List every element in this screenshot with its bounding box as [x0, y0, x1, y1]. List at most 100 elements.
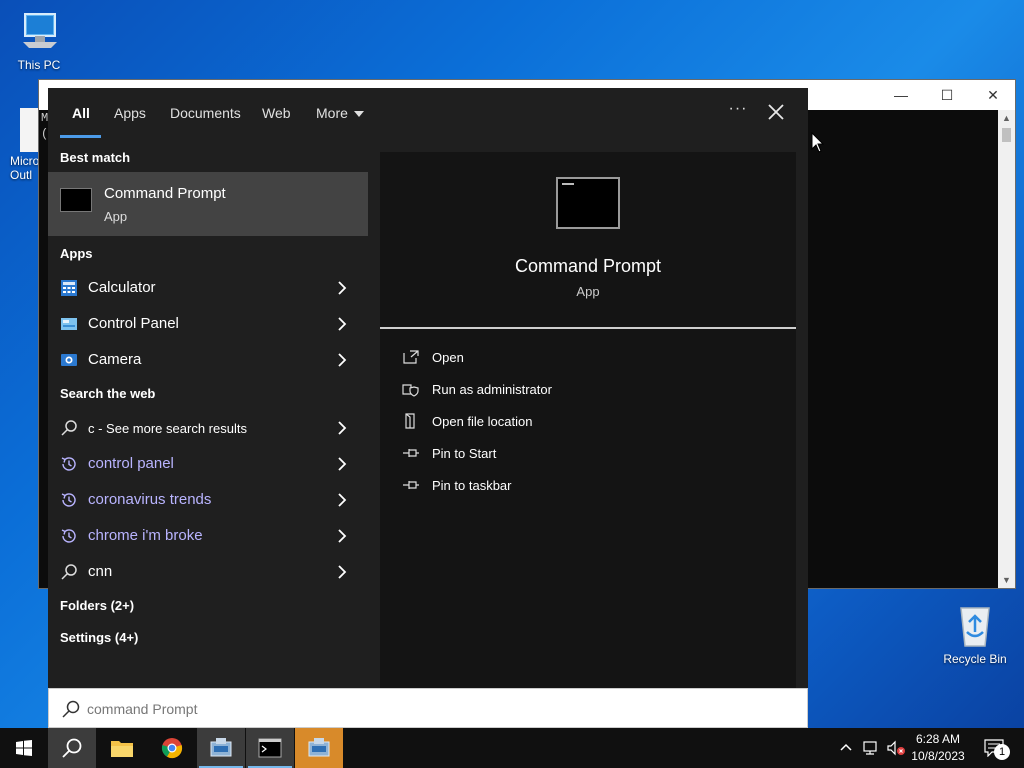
- scroll-down-arrow-icon[interactable]: ▼: [998, 572, 1015, 588]
- windows-logo-icon: [16, 740, 32, 756]
- cmd-scrollbar[interactable]: ▲ ▼: [998, 110, 1015, 588]
- app-item-label: Control Panel: [88, 315, 179, 332]
- chevron-right-icon[interactable]: [336, 528, 348, 544]
- app-item-camera[interactable]: Camera: [48, 342, 368, 378]
- chrome-button[interactable]: [148, 728, 196, 768]
- search-tabs: All Apps Documents Web More ···: [48, 88, 808, 140]
- network-app-icon: [210, 738, 232, 757]
- taskbar: 6:28 AM 10/8/2023 1: [0, 728, 1024, 768]
- best-match-subtitle: App: [104, 209, 128, 224]
- pin-icon: [403, 449, 419, 457]
- action-label: Open: [432, 350, 464, 365]
- outlook-shortcut-icon: [20, 108, 40, 152]
- history-icon: [61, 457, 76, 471]
- desktop-icon-recycle-bin[interactable]: Recycle Bin: [939, 602, 1011, 666]
- tab-more[interactable]: More: [316, 105, 364, 121]
- clock-time: 6:28 AM: [915, 732, 961, 746]
- desktop-icon-label: Recycle Bin: [943, 652, 1007, 666]
- notification-count-badge: 1: [994, 744, 1010, 760]
- results-list: Best match Command Prompt App Apps Calcu…: [48, 140, 368, 688]
- chevron-right-icon[interactable]: [336, 352, 348, 368]
- pin-icon: [403, 481, 419, 489]
- chevron-right-icon[interactable]: [336, 564, 348, 580]
- command-prompt-icon: [60, 188, 92, 212]
- action-run-as-admin[interactable]: Run as administrator: [400, 376, 780, 404]
- history-result-item[interactable]: coronavirus trends: [48, 482, 368, 518]
- chevron-right-icon[interactable]: [336, 420, 348, 436]
- chevron-down-icon: [353, 111, 364, 118]
- terminal-icon: [258, 738, 282, 758]
- app-item-calculator[interactable]: Calculator: [48, 270, 368, 306]
- notification-center-button[interactable]: 1: [980, 728, 1024, 768]
- action-open[interactable]: Open: [400, 344, 780, 372]
- clock-date: 10/8/2023: [911, 749, 965, 763]
- history-result-item[interactable]: chrome i'm broke: [48, 518, 368, 554]
- open-icon: [403, 350, 419, 364]
- network-app-icon: [308, 738, 330, 757]
- minimize-button[interactable]: —: [878, 80, 924, 110]
- recycle-bin-icon: [953, 602, 997, 648]
- scroll-up-arrow-icon[interactable]: ▲: [998, 110, 1015, 126]
- computer-icon: [17, 10, 61, 54]
- close-button[interactable]: ✕: [970, 80, 1016, 110]
- active-tab-indicator: [60, 135, 101, 138]
- desktop-icon-outlook[interactable]: Micro Outl: [0, 108, 40, 182]
- settings-category[interactable]: Settings (4+): [60, 630, 138, 645]
- network-app-button[interactable]: [197, 728, 245, 768]
- desktop-icon-this-pc[interactable]: This PC: [3, 10, 75, 72]
- options-button[interactable]: ···: [724, 100, 752, 124]
- action-label: Pin to taskbar: [432, 478, 512, 493]
- network-app-button-2[interactable]: [295, 728, 343, 768]
- mouse-cursor-icon: [811, 132, 825, 153]
- desktop-icon-label: Micro Outl: [10, 154, 40, 182]
- history-result-item[interactable]: control panel: [48, 446, 368, 482]
- tab-documents[interactable]: Documents: [170, 105, 241, 121]
- web-result-item[interactable]: cnn: [48, 554, 368, 590]
- folder-icon: [111, 741, 133, 757]
- chevron-up-icon[interactable]: [840, 742, 852, 752]
- calculator-icon: [61, 280, 77, 296]
- chevron-right-icon[interactable]: [336, 492, 348, 508]
- preview-divider: [380, 327, 796, 329]
- taskbar-clock[interactable]: 6:28 AM 10/8/2023: [906, 731, 970, 765]
- tab-apps[interactable]: Apps: [114, 105, 146, 121]
- folders-category[interactable]: Folders (2+): [60, 598, 134, 613]
- search-input[interactable]: [87, 698, 787, 720]
- action-open-file-location[interactable]: Open file location: [400, 408, 780, 436]
- control-panel-icon: [61, 318, 77, 330]
- command-prompt-taskbar-button[interactable]: [246, 728, 294, 768]
- volume-muted-icon[interactable]: [886, 740, 906, 756]
- file-explorer-button[interactable]: [98, 728, 146, 768]
- close-icon: [768, 104, 784, 120]
- search-taskbar-button[interactable]: [48, 728, 96, 768]
- system-tray: [836, 728, 906, 768]
- tab-all[interactable]: All: [72, 105, 90, 121]
- close-button[interactable]: [764, 100, 788, 124]
- chevron-right-icon[interactable]: [336, 456, 348, 472]
- action-pin-to-start[interactable]: Pin to Start: [400, 440, 780, 468]
- tab-web[interactable]: Web: [262, 105, 291, 121]
- chevron-right-icon[interactable]: [336, 316, 348, 332]
- web-result-item[interactable]: c - See more search results: [48, 410, 368, 446]
- search-box[interactable]: [48, 688, 808, 728]
- app-item-label: Calculator: [88, 279, 156, 296]
- preview-subtitle: App: [576, 284, 600, 299]
- app-item-control-panel[interactable]: Control Panel: [48, 306, 368, 342]
- best-match-item[interactable]: Command Prompt App: [48, 172, 368, 236]
- chevron-right-icon[interactable]: [336, 280, 348, 296]
- history-result-label: coronavirus trends: [88, 491, 212, 508]
- scroll-thumb[interactable]: [1002, 128, 1011, 142]
- action-pin-to-taskbar[interactable]: Pin to taskbar: [400, 472, 780, 500]
- action-label: Pin to Start: [432, 446, 497, 461]
- app-item-label: Camera: [88, 351, 142, 368]
- shield-icon: [402, 384, 419, 397]
- search-icon: [61, 564, 77, 580]
- history-result-label: chrome i'm broke: [88, 527, 203, 544]
- maximize-button[interactable]: ☐: [924, 80, 970, 110]
- search-icon: [62, 738, 82, 758]
- desktop-icon-label: This PC: [17, 58, 61, 72]
- camera-icon: [61, 354, 77, 366]
- network-icon[interactable]: [862, 740, 880, 756]
- start-button[interactable]: [0, 728, 48, 768]
- search-web-header: Search the web: [60, 386, 156, 401]
